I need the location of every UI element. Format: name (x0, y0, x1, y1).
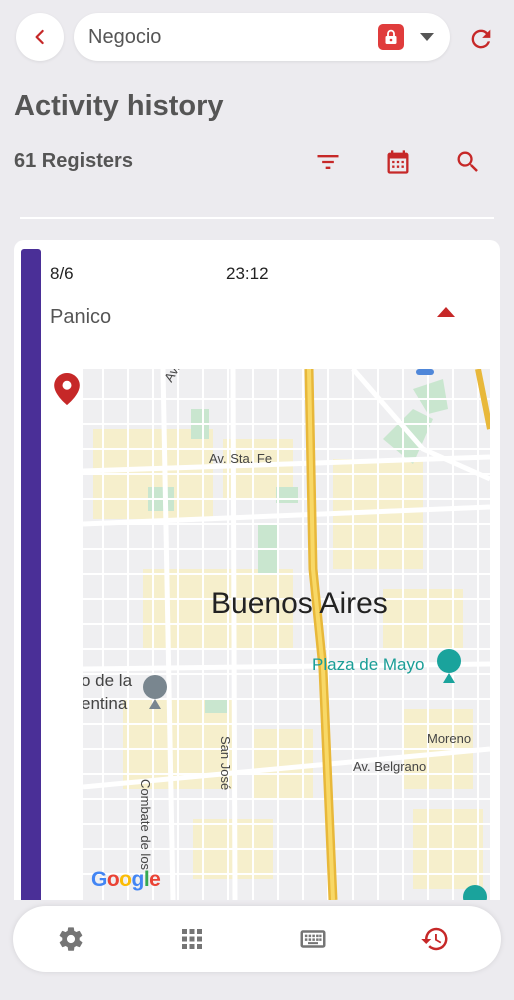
activity-date: 8/6 (50, 264, 74, 283)
nav-apps[interactable] (176, 923, 208, 955)
card-accent-stripe (21, 249, 41, 900)
map-street-label: Combate de los (138, 779, 153, 871)
caret-up-icon[interactable] (434, 302, 458, 322)
refresh-button[interactable] (464, 22, 498, 56)
map-street-label: San José (218, 736, 233, 791)
nav-settings[interactable] (55, 923, 87, 955)
nav-keyboard[interactable] (297, 923, 329, 955)
history-icon (421, 927, 448, 951)
lock-icon (378, 24, 404, 50)
page-title: Activity history (14, 90, 224, 122)
apps-grid-icon (182, 929, 202, 949)
activity-card[interactable]: 8/6 23:12 Panico Buenos Aires Plaza de M… (14, 240, 500, 900)
caret-down-icon[interactable] (420, 33, 434, 41)
location-pin-icon (54, 373, 80, 405)
map-street-label: Av. Sta. Fe (209, 451, 273, 466)
filter-icon (317, 155, 339, 169)
top-bar: Negocio (0, 0, 514, 72)
keyboard-icon (300, 930, 326, 948)
map-street-label: Moreno (427, 731, 472, 746)
filter-button[interactable] (312, 146, 344, 178)
google-logo: Google (91, 868, 161, 891)
map-landmark-label: entina (83, 694, 128, 713)
location-map[interactable]: Buenos Aires Plaza de Mayo Av. Sta. Fe M… (83, 369, 490, 900)
map-landmark-label: o de la (83, 671, 133, 690)
bottom-navigation (13, 906, 501, 972)
activity-type: Panico (50, 306, 112, 328)
back-button[interactable] (16, 13, 64, 61)
map-place-label: Plaza de Mayo (312, 655, 425, 674)
map-city-label: Buenos Aires (211, 587, 388, 620)
refresh-icon (471, 29, 491, 49)
calendar-icon (387, 150, 409, 174)
nav-history[interactable] (419, 923, 451, 955)
search-button[interactable] (452, 146, 484, 178)
map-street-label: Av. Belgrano (353, 759, 427, 774)
activity-time: 23:12 (226, 264, 269, 283)
calendar-button[interactable] (382, 146, 414, 178)
search-icon (457, 151, 478, 172)
chevron-left-icon (35, 29, 44, 45)
settings-icon (59, 927, 83, 951)
divider (20, 217, 494, 219)
business-selector[interactable]: Negocio (74, 13, 450, 61)
business-selector-value: Negocio (88, 25, 162, 48)
register-count: 61 Registers (14, 150, 133, 172)
